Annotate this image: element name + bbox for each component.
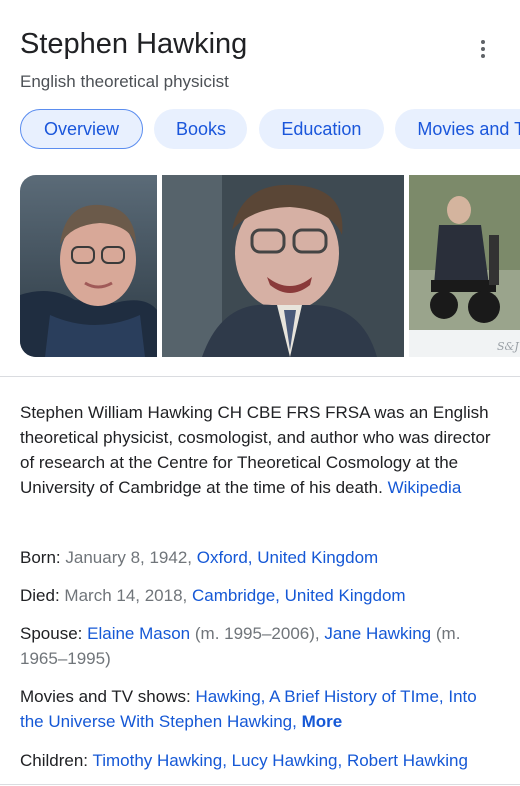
image-carousel: S&J [20,175,520,357]
died-date: March 14, 2018, [64,586,188,605]
separator: , [337,751,347,770]
page-title: Stephen Hawking [20,28,248,60]
fact-label: Born: [20,548,61,567]
page-subtitle: English theoretical physicist [20,72,229,91]
more-options-icon[interactable] [470,36,496,62]
fact-label: Movies and TV shows: [20,687,191,706]
died-country-link[interactable]: United Kingdom [285,586,406,605]
movie-link[interactable]: A Brief History of TIme [269,687,439,706]
spouse-years: (m. 1995–2006), [194,624,320,643]
section-divider [0,376,520,377]
tab-label: Education [281,118,362,139]
tab-movies-and-tv[interactable]: Movies and TV [395,109,520,149]
spouse-link-elaine[interactable]: Elaine Mason [87,624,190,643]
separator: , [438,687,449,706]
bottom-divider [0,784,520,785]
knowledge-panel: Stephen Hawking English theoretical phys… [0,0,520,786]
child-link[interactable]: Robert Hawking [347,751,468,770]
tab-overview[interactable]: Overview [20,109,143,149]
more-link[interactable]: More [302,712,343,731]
tab-label: Overview [43,118,119,139]
portrait-image-3[interactable]: S&J [409,175,520,357]
separator: , [292,712,302,731]
fact-label: Died: [20,586,60,605]
separator: , [247,548,258,567]
movie-link[interactable]: Hawking [195,687,260,706]
child-link[interactable]: Lucy Hawking [232,751,338,770]
tab-education[interactable]: Education [258,109,384,149]
tab-label: Movies and TV [417,118,520,139]
fact-label: Children: [20,751,89,770]
portrait-image-1[interactable] [20,175,157,357]
fact-movies: Movies and TV shows: Hawking, A Brief Hi… [20,684,505,734]
fact-label: Spouse: [20,624,83,643]
fact-children: Children: Timothy Hawking, Lucy Hawking,… [20,748,505,773]
fact-died: Died: March 14, 2018, Cambridge, United … [20,583,505,608]
separator: , [222,751,232,770]
tab-label: Books [175,118,226,139]
separator: , [260,687,270,706]
born-place-link[interactable]: Oxford [197,548,248,567]
description: Stephen William Hawking CH CBE FRS FRSA … [20,400,500,500]
born-country-link[interactable]: United Kingdom [257,548,378,567]
spouse-link-jane[interactable]: Jane Hawking [324,624,431,643]
fact-born: Born: January 8, 1942, Oxford, United Ki… [20,545,505,570]
tab-bar: Overview Books Education Movies and TV [20,109,520,149]
separator: , [275,586,285,605]
child-link[interactable]: Timothy Hawking [92,751,222,770]
fact-spouse: Spouse: Elaine Mason (m. 1995–2006), Jan… [20,621,505,671]
portrait-image-2[interactable] [162,175,404,357]
wikipedia-link[interactable]: Wikipedia [388,478,462,497]
born-date: January 8, 1942, [65,548,193,567]
tab-books[interactable]: Books [154,109,248,149]
died-place-link[interactable]: Cambridge [192,586,275,605]
signature-text: S&J [497,340,519,353]
